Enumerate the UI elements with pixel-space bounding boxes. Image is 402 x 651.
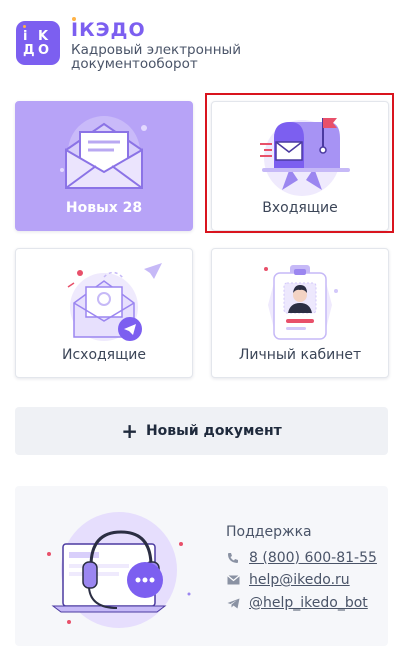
support-panel: Поддержка 8 (800) 600-81-55 help@ikedo.r… — [15, 486, 388, 646]
support-telegram-row: @help_ikedo_bot — [226, 595, 368, 611]
support-title: Поддержка — [226, 524, 312, 540]
logo-letter-1: i — [23, 29, 28, 44]
id-badge-icon — [212, 257, 388, 349]
logo-letter-2: K — [38, 29, 49, 44]
app-header: i K Д О IКЭДО Кадровый электронный докум… — [16, 16, 386, 76]
telegram-icon — [226, 596, 240, 610]
logo-letter-3: Д — [23, 43, 35, 58]
logo-letter-4: О — [38, 43, 50, 58]
mailbox-icon — [212, 110, 388, 202]
new-document-button[interactable]: + Новый документ — [15, 407, 388, 455]
support-phone-link[interactable]: 8 (800) 600-81-55 — [249, 550, 377, 566]
new-document-label: Новый документ — [145, 423, 282, 439]
tile-personal-cabinet[interactable]: Личный кабинет — [211, 248, 389, 378]
tile-outgoing[interactable]: Исходящие — [15, 248, 193, 378]
support-headset-icon — [29, 492, 209, 637]
support-phone-row: 8 (800) 600-81-55 — [226, 550, 377, 566]
support-email-link[interactable]: help@ikedo.ru — [249, 572, 350, 588]
tile-outgoing-label: Исходящие — [61, 347, 147, 363]
tile-personal-cabinet-label: Личный кабинет — [238, 347, 362, 363]
outgoing-mail-icon — [16, 257, 192, 349]
brand-subtitle: Кадровый электронный документооборот — [71, 42, 241, 72]
tile-incoming[interactable]: Входящие — [211, 101, 389, 231]
support-telegram-link[interactable]: @help_ikedo_bot — [249, 595, 368, 611]
phone-icon — [226, 551, 240, 565]
brand-text: IКЭДО — [71, 19, 146, 41]
tile-new-documents[interactable]: Новых 28 — [15, 101, 193, 231]
open-envelope-icon — [16, 110, 192, 202]
brand-name: IКЭДО — [71, 17, 146, 41]
mail-icon — [226, 573, 240, 587]
logo-icon: i K Д О — [16, 21, 60, 65]
plus-icon: + — [121, 419, 138, 443]
tile-incoming-label: Входящие — [262, 200, 338, 216]
support-email-row: help@ikedo.ru — [226, 572, 350, 588]
tile-new-label: Новых 28 — [65, 200, 143, 216]
